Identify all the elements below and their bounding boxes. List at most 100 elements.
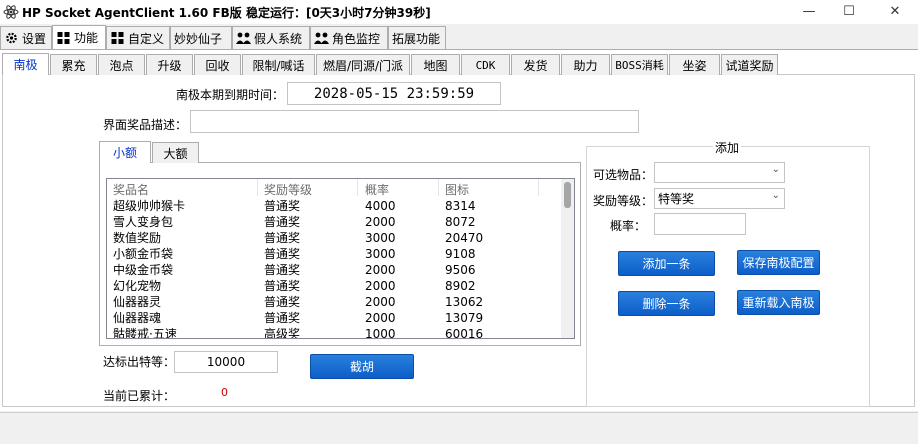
tab-afk-points[interactable]: 泡点 [98,54,145,75]
column-divider [357,179,358,196]
cell-icon-id: 13079 [445,311,484,325]
tab-custom-label: 自定义 [128,31,165,46]
save-config-button[interactable]: 保存南极配置 [737,250,820,275]
level-select-value: 特等奖 [658,192,695,206]
prize-list-header: 奖品名 奖励等级 概率 图标 [107,179,563,198]
cell-level: 高级奖 [264,327,301,339]
probability-label: 概率： [610,219,647,233]
tab-cdk[interactable]: CDK [461,54,510,75]
add-entry-button[interactable]: 添加一条 [618,251,715,276]
add-groupbox [586,146,870,407]
cell-probability: 3000 [365,231,396,245]
cell-icon-id: 20470 [445,231,484,245]
add-group-title: 添加 [713,139,742,156]
cell-probability: 2000 [365,311,396,325]
close-button[interactable]: ✕ [872,0,918,22]
tab-assist[interactable]: 助力 [561,54,610,75]
column-header-probability[interactable]: 概率 [365,181,389,198]
tab-fairy[interactable]: 妙妙仙子 [170,26,232,49]
cell-name: 小额金币袋 [113,247,174,261]
tab-bot-system-label: 假人系统 [254,31,303,46]
column-header-level[interactable]: 奖励等级 [264,181,312,198]
cell-icon-id: 13062 [445,295,484,309]
description-input[interactable] [190,110,639,133]
threshold-input[interactable]: 10000 [174,351,278,373]
table-row[interactable]: 仙器器魂 普通奖 2000 13079 [107,310,563,326]
table-row[interactable]: 小额金币袋 普通奖 3000 9108 [107,246,563,262]
atom-icon [3,5,19,19]
cut-button[interactable]: 截胡 [310,354,414,379]
table-row[interactable]: 中级金币袋 普通奖 2000 9506 [107,262,563,278]
cell-probability: 1000 [365,327,396,339]
cell-level: 普通奖 [264,279,301,293]
deadline-input[interactable]: 2028-05-15 23:59:59 [287,82,501,105]
item-select[interactable]: ⌄ [654,162,785,183]
cell-name: 骷髅戒·五速 [113,327,177,339]
chevron-down-icon: ⌄ [771,190,780,201]
tab-functions-label: 功能 [74,31,99,45]
tab-limit-shout[interactable]: 限制/喊话 [242,54,315,75]
users-icon [314,31,329,45]
cell-name: 仙器器灵 [113,295,162,309]
table-row[interactable]: 雪人变身包 普通奖 2000 8072 [107,214,563,230]
table-row[interactable]: 仙器器灵 普通奖 2000 13062 [107,294,563,310]
cell-probability: 2000 [365,215,396,229]
tab-settings-label: 设置 [22,31,47,46]
tab-levelup[interactable]: 升级 [146,54,193,75]
table-row[interactable]: 数值奖励 普通奖 3000 20470 [107,230,563,246]
column-header-icon[interactable]: 图标 [445,181,469,198]
tab-role-monitor[interactable]: 角色监控 [310,26,388,49]
cell-name: 中级金币袋 [113,263,174,277]
cell-probability: 4000 [365,199,396,213]
table-row[interactable]: 骷髅戒·五速 高级奖 1000 60016 [107,326,563,339]
tab-role-monitor-label: 角色监控 [332,31,381,46]
accumulated-value: 0 [221,386,228,399]
window-title: HP Socket AgentClient 1.60 FB版 稳定运行：[0天3… [22,6,431,20]
tab-boss-cost[interactable]: BOSS消耗 [611,54,668,75]
tab-custom[interactable]: 自定义 [106,26,170,49]
column-divider [438,179,439,196]
tab-trial-reward[interactable]: 试道奖励 [721,54,778,75]
tab-recycle[interactable]: 回收 [194,54,241,75]
probability-input[interactable] [654,213,746,235]
column-divider [538,179,539,196]
chevron-down-icon: ⌄ [771,164,780,175]
cell-icon-id: 9108 [445,247,476,261]
cell-probability: 2000 [365,263,396,277]
tab-small-prize[interactable]: 小额 [99,141,151,163]
tab-large-prize[interactable]: 大额 [152,142,199,163]
tab-sitting[interactable]: 坐姿 [669,54,720,75]
tab-extensions[interactable]: 拓展功能 [388,26,446,49]
title-bar: HP Socket AgentClient 1.60 FB版 稳定运行：[0天3… [0,0,918,24]
level-label: 奖励等级： [593,194,654,208]
tab-functions[interactable]: 功能 [52,25,106,49]
tab-recharge[interactable]: 累充 [50,54,97,75]
table-row[interactable]: 超级帅帅猴卡 普通奖 4000 8314 [107,198,563,214]
table-row[interactable]: 幻化宠物 普通奖 2000 8902 [107,278,563,294]
column-header-name[interactable]: 奖品名 [113,181,149,198]
delete-entry-button[interactable]: 删除一条 [618,291,715,316]
cell-level: 普通奖 [264,215,301,229]
tab-nanji[interactable]: 南极 [2,53,49,75]
cell-icon-id: 60016 [445,327,484,339]
cell-level: 普通奖 [264,247,301,261]
grid-icon [110,31,125,45]
cell-name: 幻化宠物 [113,279,162,293]
tab-shipping[interactable]: 发货 [511,54,560,75]
tab-bot-system[interactable]: 假人系统 [232,26,310,49]
cell-level: 普通奖 [264,263,301,277]
cell-level: 普通奖 [264,231,301,245]
cell-probability: 3000 [365,247,396,261]
prize-list-scrollbar[interactable] [561,179,574,338]
level-select[interactable]: 特等奖 ⌄ [654,188,785,209]
tab-settings[interactable]: 设置 [0,26,52,49]
prize-list[interactable]: 奖品名 奖励等级 概率 图标 超级帅帅猴卡 普通奖 4000 8314 雪人变身… [106,178,575,339]
tab-fairy-label: 妙妙仙子 [174,31,223,46]
scrollbar-thumb[interactable] [564,182,571,208]
maximize-button[interactable]: ☐ [826,0,872,22]
reload-config-button[interactable]: 重新载入南极 [737,290,820,315]
cell-name: 仙器器魂 [113,311,162,325]
cell-name: 数值奖励 [113,231,162,245]
tab-ranmei[interactable]: 燃眉/同源/门派 [316,54,410,75]
tab-map[interactable]: 地图 [411,54,460,75]
